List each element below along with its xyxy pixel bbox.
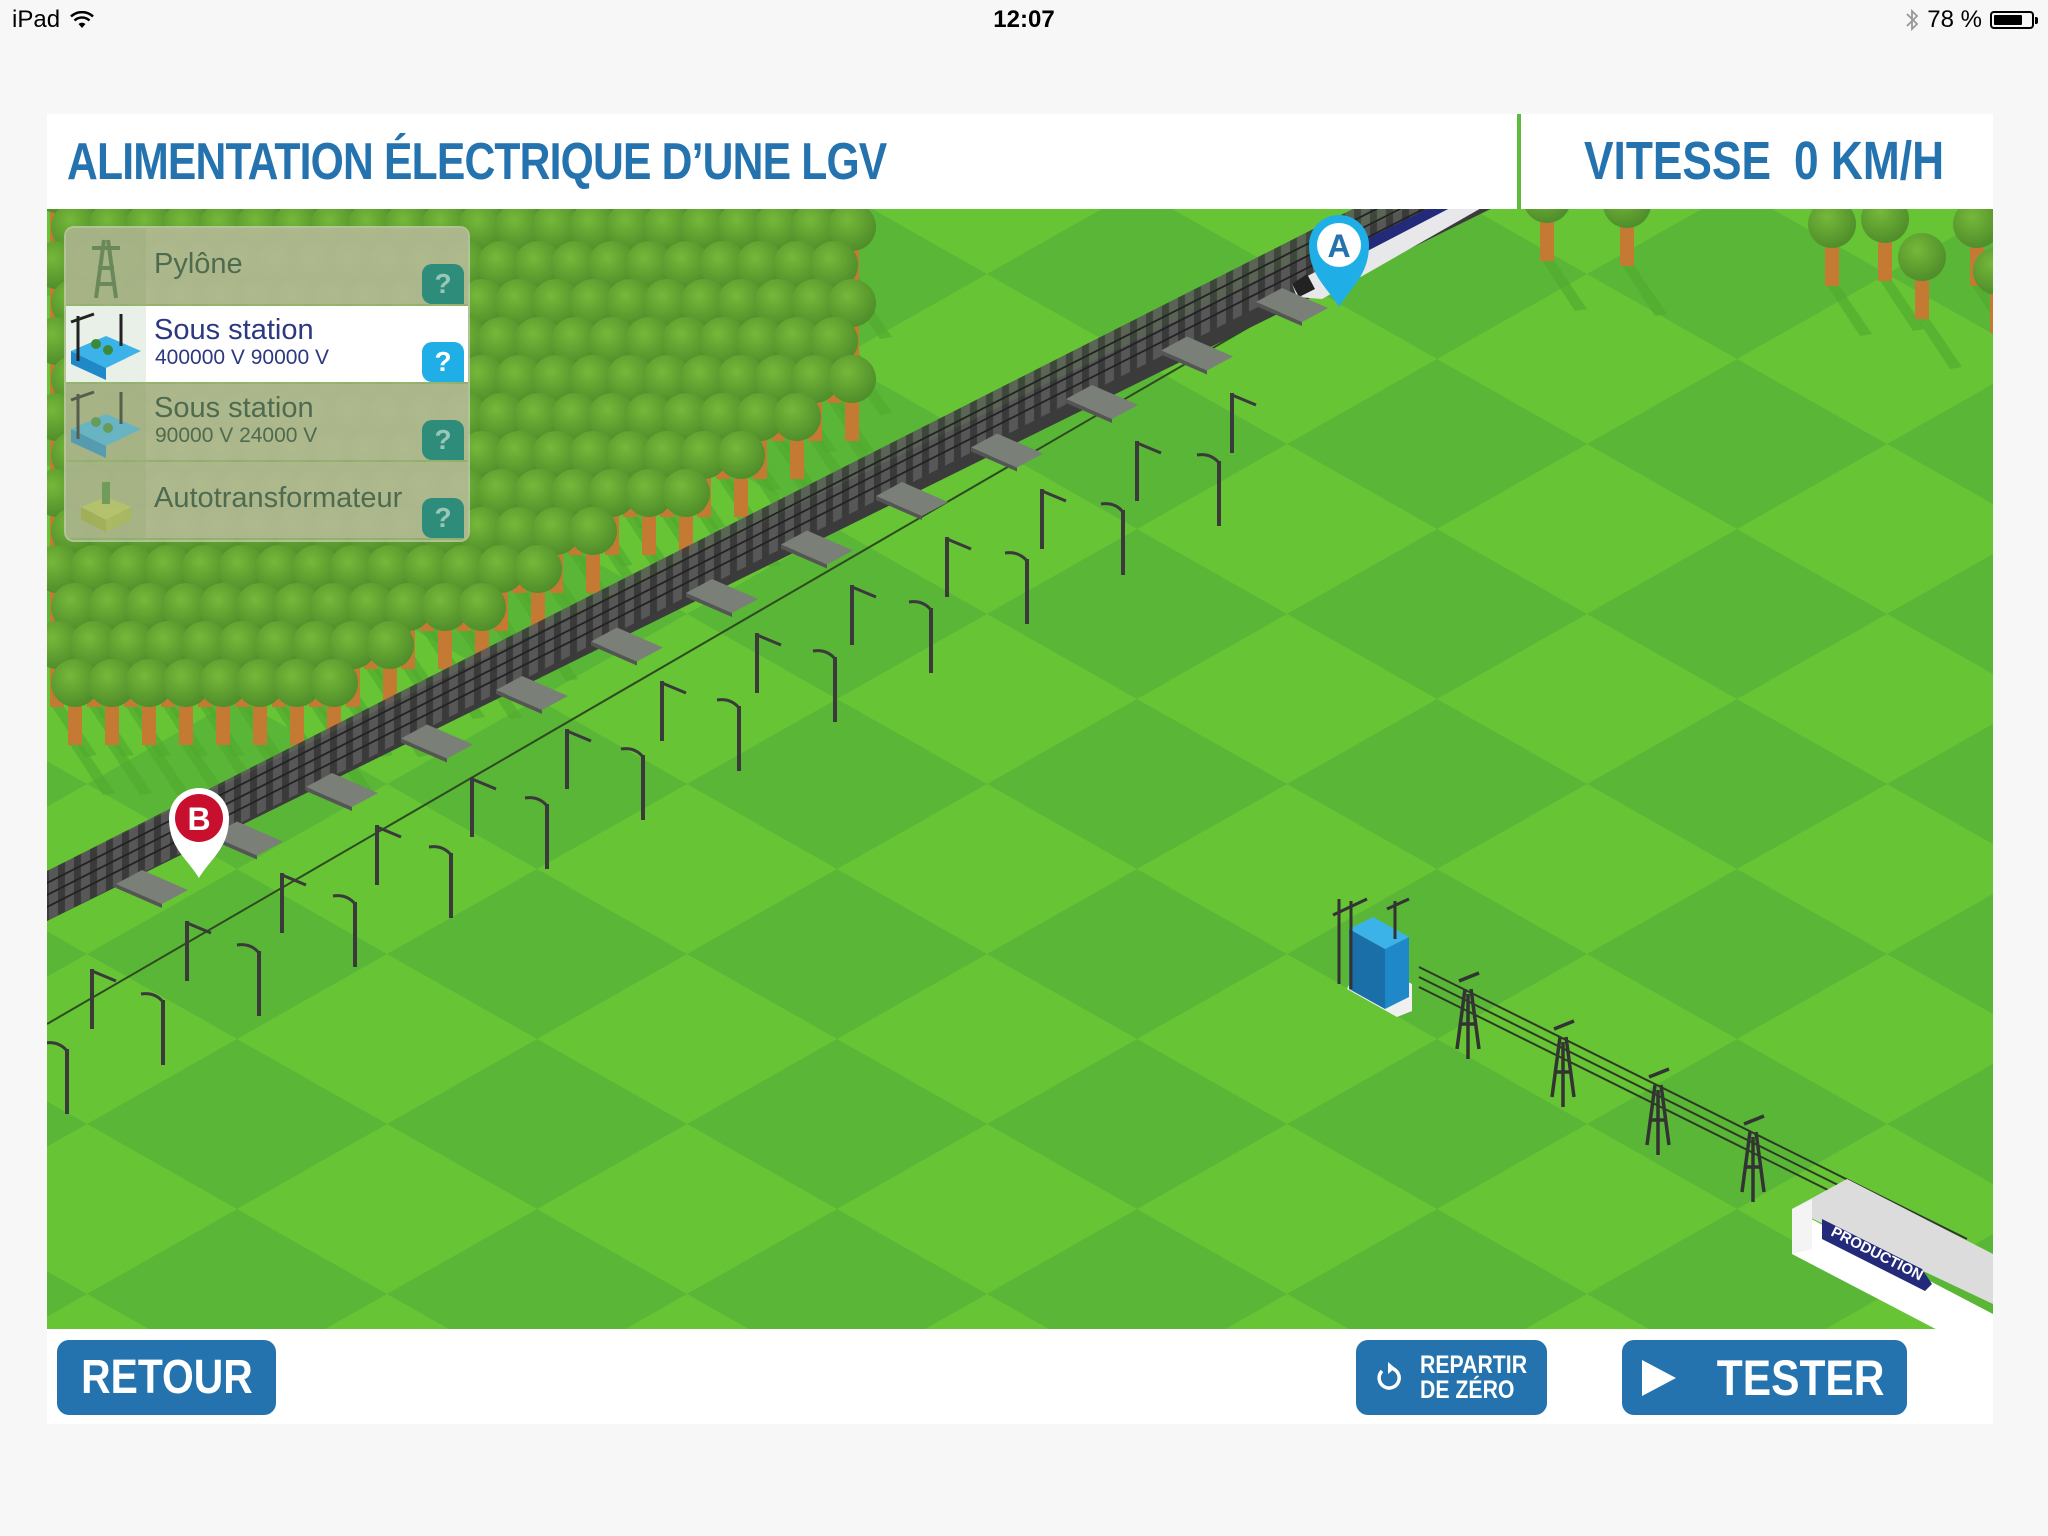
test-button[interactable]: TESTER	[1622, 1340, 1907, 1415]
help-icon: ?	[434, 268, 452, 299]
header-divider	[1517, 114, 1521, 209]
clock: 12:07	[993, 6, 1055, 33]
menu-item-label: Autotransformateur	[154, 482, 403, 514]
marker-b-label: B	[187, 801, 210, 837]
reset-label-line1: REPARTIR	[1420, 1350, 1528, 1379]
menu-item-pylône[interactable]: Pylône?	[66, 228, 468, 304]
menu-item-label: Pylône	[154, 248, 243, 280]
autotransformer-icon	[66, 462, 146, 538]
help-button[interactable]: ?	[422, 498, 464, 538]
battery-percent: 78 %	[1927, 6, 1982, 33]
play-icon	[1642, 1359, 1676, 1396]
page-title: ALIMENTATION ÉLECTRIQUE D’UNE LGV	[67, 133, 887, 191]
status-bar: iPad 12:07 78 %	[0, 0, 2048, 40]
test-button-label: TESTER	[1716, 1349, 1885, 1406]
speed-label: VITESSE	[1584, 131, 1772, 191]
help-button[interactable]: ?	[422, 420, 464, 460]
help-button[interactable]: ?	[422, 342, 464, 382]
help-icon: ?	[434, 346, 452, 377]
help-button[interactable]: ?	[422, 264, 464, 304]
speed-value: 0 KM/H	[1793, 131, 1945, 191]
reset-label-line2: DE ZÉRO	[1420, 1375, 1515, 1404]
help-icon: ?	[434, 502, 452, 533]
menu-item-voltage: 90000 V 24000 V	[155, 424, 318, 447]
header-bar: ALIMENTATION ÉLECTRIQUE D’UNE LGV VITESS…	[47, 114, 1993, 209]
help-icon: ?	[434, 424, 452, 455]
reset-button[interactable]: REPARTIR DE ZÉRO	[1356, 1340, 1547, 1415]
speed-readout: VITESSE 0 KM/H	[1584, 130, 1967, 192]
back-button[interactable]: RETOUR	[57, 1340, 276, 1415]
footer-bar: RETOUR REPARTIR DE ZÉRO TESTER	[47, 1329, 1993, 1424]
substation-icon	[66, 306, 146, 382]
pylon-icon	[66, 228, 146, 304]
menu-item-label: Sous station	[154, 314, 314, 346]
menu-item-autotransformateur[interactable]: Autotransformateur?	[66, 462, 468, 538]
reset-icon	[1377, 1361, 1401, 1390]
game-map[interactable]: A B PRODUCTION Pylône ? Sous station 400…	[47, 209, 1993, 1329]
menu-item-sous-station-mv[interactable]: Sous station 90000 V 24000 V?	[66, 384, 468, 460]
menu-item-voltage: 400000 V 90000 V	[155, 346, 329, 369]
marker-a-label: A	[1327, 228, 1350, 264]
menu-item-sous-station-hv[interactable]: Sous station 400000 V 90000 V?	[66, 306, 468, 382]
back-button-label: RETOUR	[80, 1351, 253, 1404]
menu-item-label: Sous station	[154, 392, 314, 424]
battery-level	[1994, 15, 2023, 25]
battery-icon	[1990, 11, 2038, 29]
component-menu: Pylône? Sous station 400000 V 90000 V? Sous…	[66, 228, 468, 540]
substation-icon	[66, 384, 146, 460]
bluetooth-icon	[1906, 8, 1919, 32]
